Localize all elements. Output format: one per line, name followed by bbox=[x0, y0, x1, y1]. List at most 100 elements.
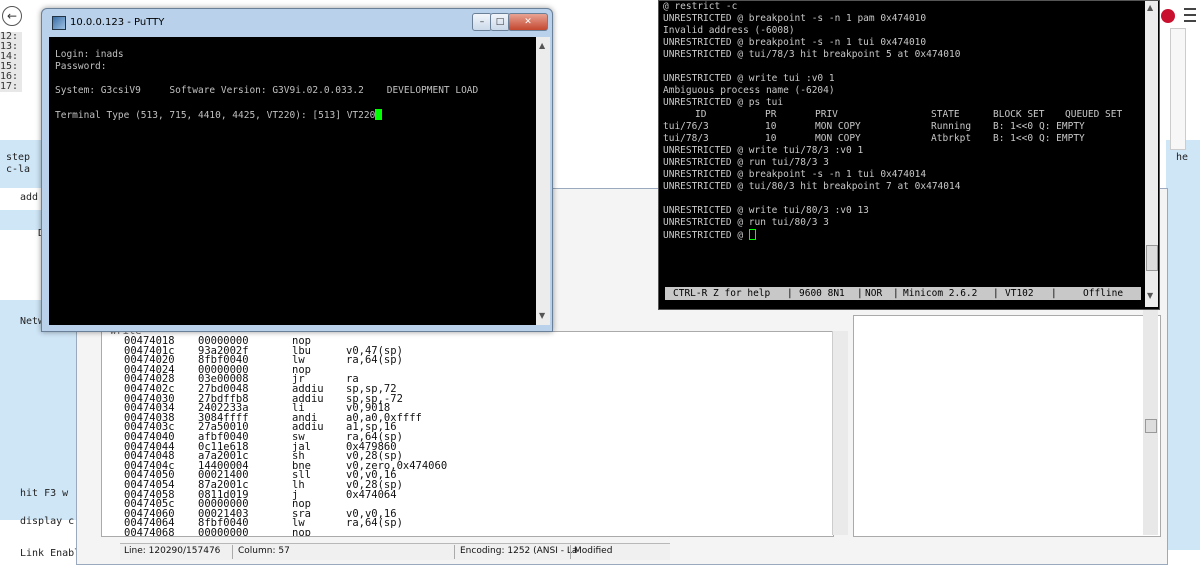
terminal-type-line: Terminal Type (513, 715, 4410, 4425, VT2… bbox=[55, 109, 383, 121]
extension-shield-icon[interactable] bbox=[1161, 9, 1175, 23]
ps-cell: 10 bbox=[765, 133, 777, 144]
line-number-gutter: 12: 13: 14: 15: 16: 17: bbox=[0, 32, 22, 92]
ps-cell: Atbrkpt bbox=[931, 133, 972, 144]
minicom-status-bar: CTRL-R Z for help | 9600 8N1 | NOR | Min… bbox=[665, 287, 1141, 300]
status-sep: | bbox=[857, 288, 863, 299]
minimize-button[interactable]: – bbox=[472, 13, 492, 31]
minicom-line-text: UNRESTRICTED @ write tui/80/3 :v0 13 bbox=[663, 205, 869, 216]
bg-stripe bbox=[0, 300, 76, 520]
status-sep: | bbox=[993, 288, 999, 299]
minicom-output-line: @ restrict -c bbox=[663, 1, 738, 12]
ps-cell: B: 1<<0 bbox=[993, 121, 1034, 132]
ps-cell: B: 1<<0 bbox=[993, 133, 1034, 144]
status-version: Minicom 2.6.2 bbox=[903, 288, 978, 299]
line-number: 17: bbox=[0, 81, 19, 92]
minicom-output-line: UNRESTRICTED @ breakpoint -s -n 1 tui 0x… bbox=[663, 37, 927, 48]
password-line: Password: bbox=[55, 61, 107, 72]
status-term: VT102 bbox=[1005, 288, 1034, 299]
status-column: Column: 57 bbox=[238, 546, 290, 556]
bg-stripe bbox=[1166, 140, 1200, 550]
putty-terminal-icon bbox=[52, 16, 66, 30]
bg-text-add: add bbox=[20, 192, 39, 203]
ps-cell: MON COPY bbox=[815, 121, 861, 132]
ps-cell: Q: EMPTY bbox=[1039, 133, 1085, 144]
minicom-output-line: UNRESTRICTED @ run tui/80/3 3 bbox=[663, 217, 829, 228]
minicom-line-text: UNRESTRICTED @ write tui/78/3 :v0 1 bbox=[663, 145, 864, 156]
system-line: System: G3csiV9 Software Version: G3V9i.… bbox=[55, 85, 479, 96]
putty-title: 10.0.0.123 - PuTTY bbox=[70, 17, 165, 28]
minicom-line-text: UNRESTRICTED @ run tui/80/3 3 bbox=[663, 217, 829, 228]
minicom-output-line: UNRESTRICTED @ tui/78/3 hit breakpoint 5… bbox=[663, 49, 961, 60]
minicom-line-text: UNRESTRICTED @ breakpoint -s -n 1 tui 0x… bbox=[663, 169, 927, 180]
status-sep: | bbox=[1051, 288, 1057, 299]
scroll-thumb[interactable] bbox=[1145, 419, 1157, 433]
ps-header-pr: PR bbox=[765, 109, 777, 120]
ps-header-queued-set: QUEUED SET bbox=[1065, 109, 1123, 120]
maximize-button[interactable]: □ bbox=[490, 13, 510, 31]
bg-text-display: display c bbox=[20, 516, 75, 527]
ps-cell: 10 bbox=[765, 121, 777, 132]
editor-vertical-scrollbar[interactable] bbox=[832, 331, 848, 535]
status-nor: NOR bbox=[865, 288, 883, 299]
scroll-up-icon[interactable]: ▲ bbox=[539, 41, 545, 50]
putty-window[interactable]: 10.0.0.123 - PuTTY – □ ✕ Login: inads Pa… bbox=[41, 8, 553, 332]
scroll-thumb[interactable] bbox=[1146, 245, 1158, 271]
minicom-output-line: UNRESTRICTED @ bbox=[663, 229, 756, 241]
asm-operands: ra,64(sp) bbox=[346, 354, 403, 367]
close-button[interactable]: ✕ bbox=[508, 13, 548, 31]
side-pane-scrollbar[interactable] bbox=[1143, 309, 1158, 535]
terminal-cursor bbox=[748, 229, 756, 240]
asm-address: 00474068 bbox=[124, 527, 175, 537]
page-scrollbar[interactable] bbox=[1170, 28, 1186, 150]
status-sep: | bbox=[787, 288, 793, 299]
minicom-output-line: UNRESTRICTED @ write tui/80/3 :v0 13 bbox=[663, 205, 869, 216]
minicom-output-line: UNRESTRICTED @ breakpoint -s -n 1 tui 0x… bbox=[663, 169, 926, 180]
bg-text-cla: c-la bbox=[6, 164, 31, 175]
status-modified: Modified bbox=[574, 546, 613, 556]
ps-cell: tui/78/3 bbox=[663, 133, 709, 144]
minicom-output-line: UNRESTRICTED @ ps tui bbox=[663, 97, 784, 108]
ps-cell: Running bbox=[931, 121, 972, 132]
minicom-output-line: UNRESTRICTED @ breakpoint -s -n 1 pam 0x… bbox=[663, 13, 927, 24]
editor-side-pane bbox=[853, 315, 1161, 537]
disassembly-view[interactable]: write 00474018 00000000 nop 0047401c 93a2002… bbox=[101, 331, 834, 537]
hamburger-menu-icon[interactable] bbox=[1184, 6, 1196, 24]
terminal-cursor bbox=[375, 109, 383, 120]
back-arrow-icon[interactable]: ← bbox=[2, 6, 22, 26]
putty-scrollbar[interactable]: ▲ ▼ bbox=[536, 37, 550, 325]
bg-text-he: he bbox=[1176, 152, 1189, 163]
asm-mnemonic: nop bbox=[292, 527, 311, 537]
ps-header-block-set: BLOCK SET bbox=[993, 109, 1045, 120]
minicom-output-line: UNRESTRICTED @ write tui :v0 1 bbox=[663, 73, 835, 84]
putty-titlebar[interactable]: 10.0.0.123 - PuTTY – □ ✕ bbox=[42, 9, 552, 35]
minicom-output-line: UNRESTRICTED @ tui/80/3 hit breakpoint 7… bbox=[663, 181, 960, 192]
minicom-line-text: UNRESTRICTED @ run tui/78/3 3 bbox=[663, 157, 829, 168]
minicom-scrollbar[interactable]: ▲ ▼ bbox=[1145, 1, 1158, 307]
putty-terminal[interactable]: Login: inads Password: System: G3csiV9 S… bbox=[49, 37, 536, 325]
ps-header-priv: PRIV bbox=[815, 109, 838, 120]
status-encoding: Encoding: 1252 (ANSI - La bbox=[460, 546, 578, 556]
asm-operands: 0x474064 bbox=[346, 488, 397, 501]
minicom-output-line: Invalid address (-6008) bbox=[663, 25, 795, 36]
asm-operands: ra,64(sp) bbox=[346, 517, 403, 530]
scroll-down-icon[interactable]: ▼ bbox=[539, 311, 545, 320]
scroll-up-icon[interactable]: ▲ bbox=[1147, 3, 1153, 12]
status-line: Line: 120290/157476 bbox=[124, 546, 221, 556]
ps-header-id: ID bbox=[695, 109, 707, 120]
status-help: CTRL-R Z for help bbox=[673, 288, 771, 299]
minicom-output-line: UNRESTRICTED @ write tui/78/3 :v0 1 bbox=[663, 145, 863, 156]
minicom-terminal-window[interactable]: @ restrict -c UNRESTRICTED @ breakpoint -… bbox=[658, 0, 1160, 310]
scroll-down-icon[interactable]: ▼ bbox=[1147, 291, 1153, 300]
minicom-output-line: Ambiguous process name (-6204) bbox=[663, 85, 835, 96]
minicom-line-text: UNRESTRICTED @ bbox=[663, 230, 749, 241]
minicom-output-line: UNRESTRICTED @ run tui/78/3 3 bbox=[663, 157, 829, 168]
ps-cell: MON COPY bbox=[815, 133, 861, 144]
status-serial: 9600 8N1 bbox=[799, 288, 845, 299]
asm-opcode: 00000000 bbox=[198, 527, 249, 537]
login-line: Login: inads bbox=[55, 49, 124, 60]
ps-header-state: STATE bbox=[931, 109, 960, 120]
editor-status-bar: Line: 120290/157476 Column: 57 Encoding:… bbox=[120, 543, 670, 560]
ps-cell: tui/76/3 bbox=[663, 121, 709, 132]
bg-text-step: step bbox=[6, 152, 31, 163]
minicom-line-text: UNRESTRICTED @ tui/80/3 hit breakpoint 7… bbox=[663, 181, 961, 192]
